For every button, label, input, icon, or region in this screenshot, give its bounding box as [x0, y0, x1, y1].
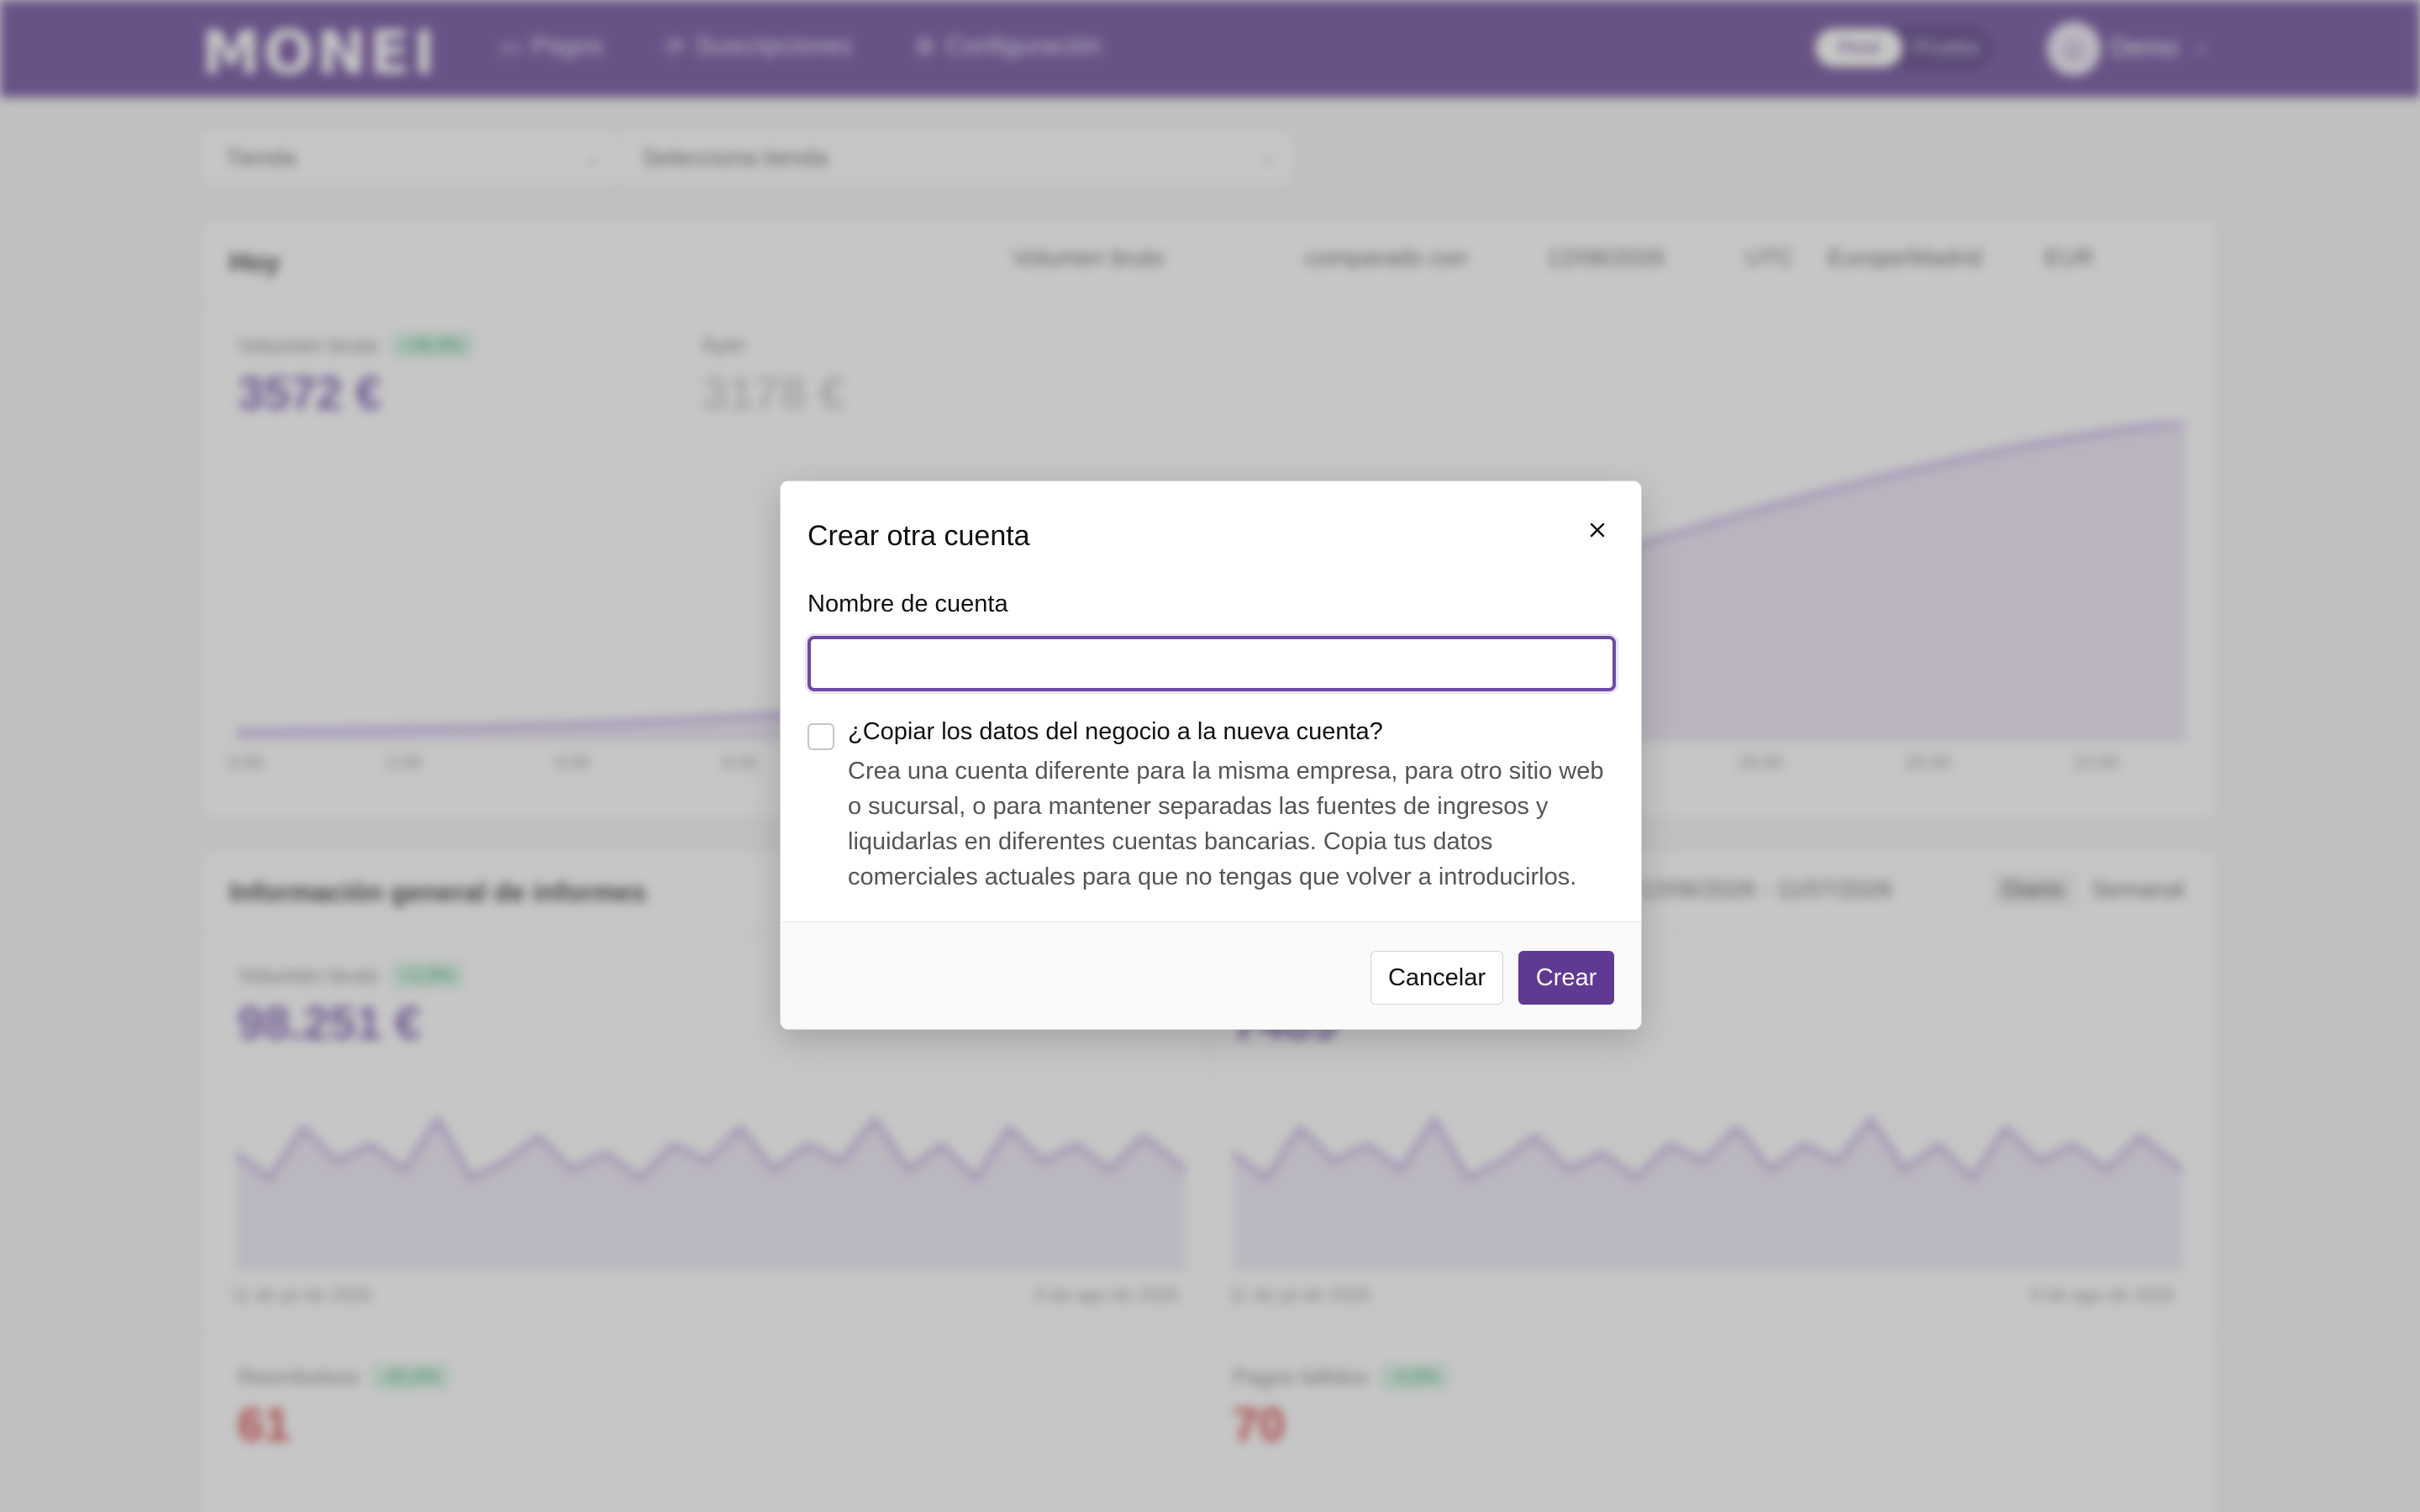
copy-business-data-label[interactable]: ¿Copiar los datos del negocio a la nueva… — [848, 718, 1383, 746]
account-name-label: Nombre de cuenta — [808, 591, 1008, 617]
copy-business-data-checkbox[interactable] — [808, 723, 834, 750]
cancel-button[interactable]: Cancelar — [1370, 951, 1503, 1005]
create-account-dialog: Crear otra cuenta Nombre de cuenta ¿Copi… — [780, 480, 1642, 1030]
copy-business-data-description: Crea una cuenta diferente para la misma … — [848, 758, 1604, 890]
create-button[interactable]: Crear — [1518, 951, 1614, 1005]
dialog-title: Crear otra cuenta — [808, 520, 1030, 552]
dialog-footer: Cancelar Crear — [781, 921, 1641, 1029]
close-icon — [1590, 522, 1605, 538]
account-name-input[interactable] — [808, 636, 1616, 691]
close-button[interactable] — [1582, 515, 1612, 545]
